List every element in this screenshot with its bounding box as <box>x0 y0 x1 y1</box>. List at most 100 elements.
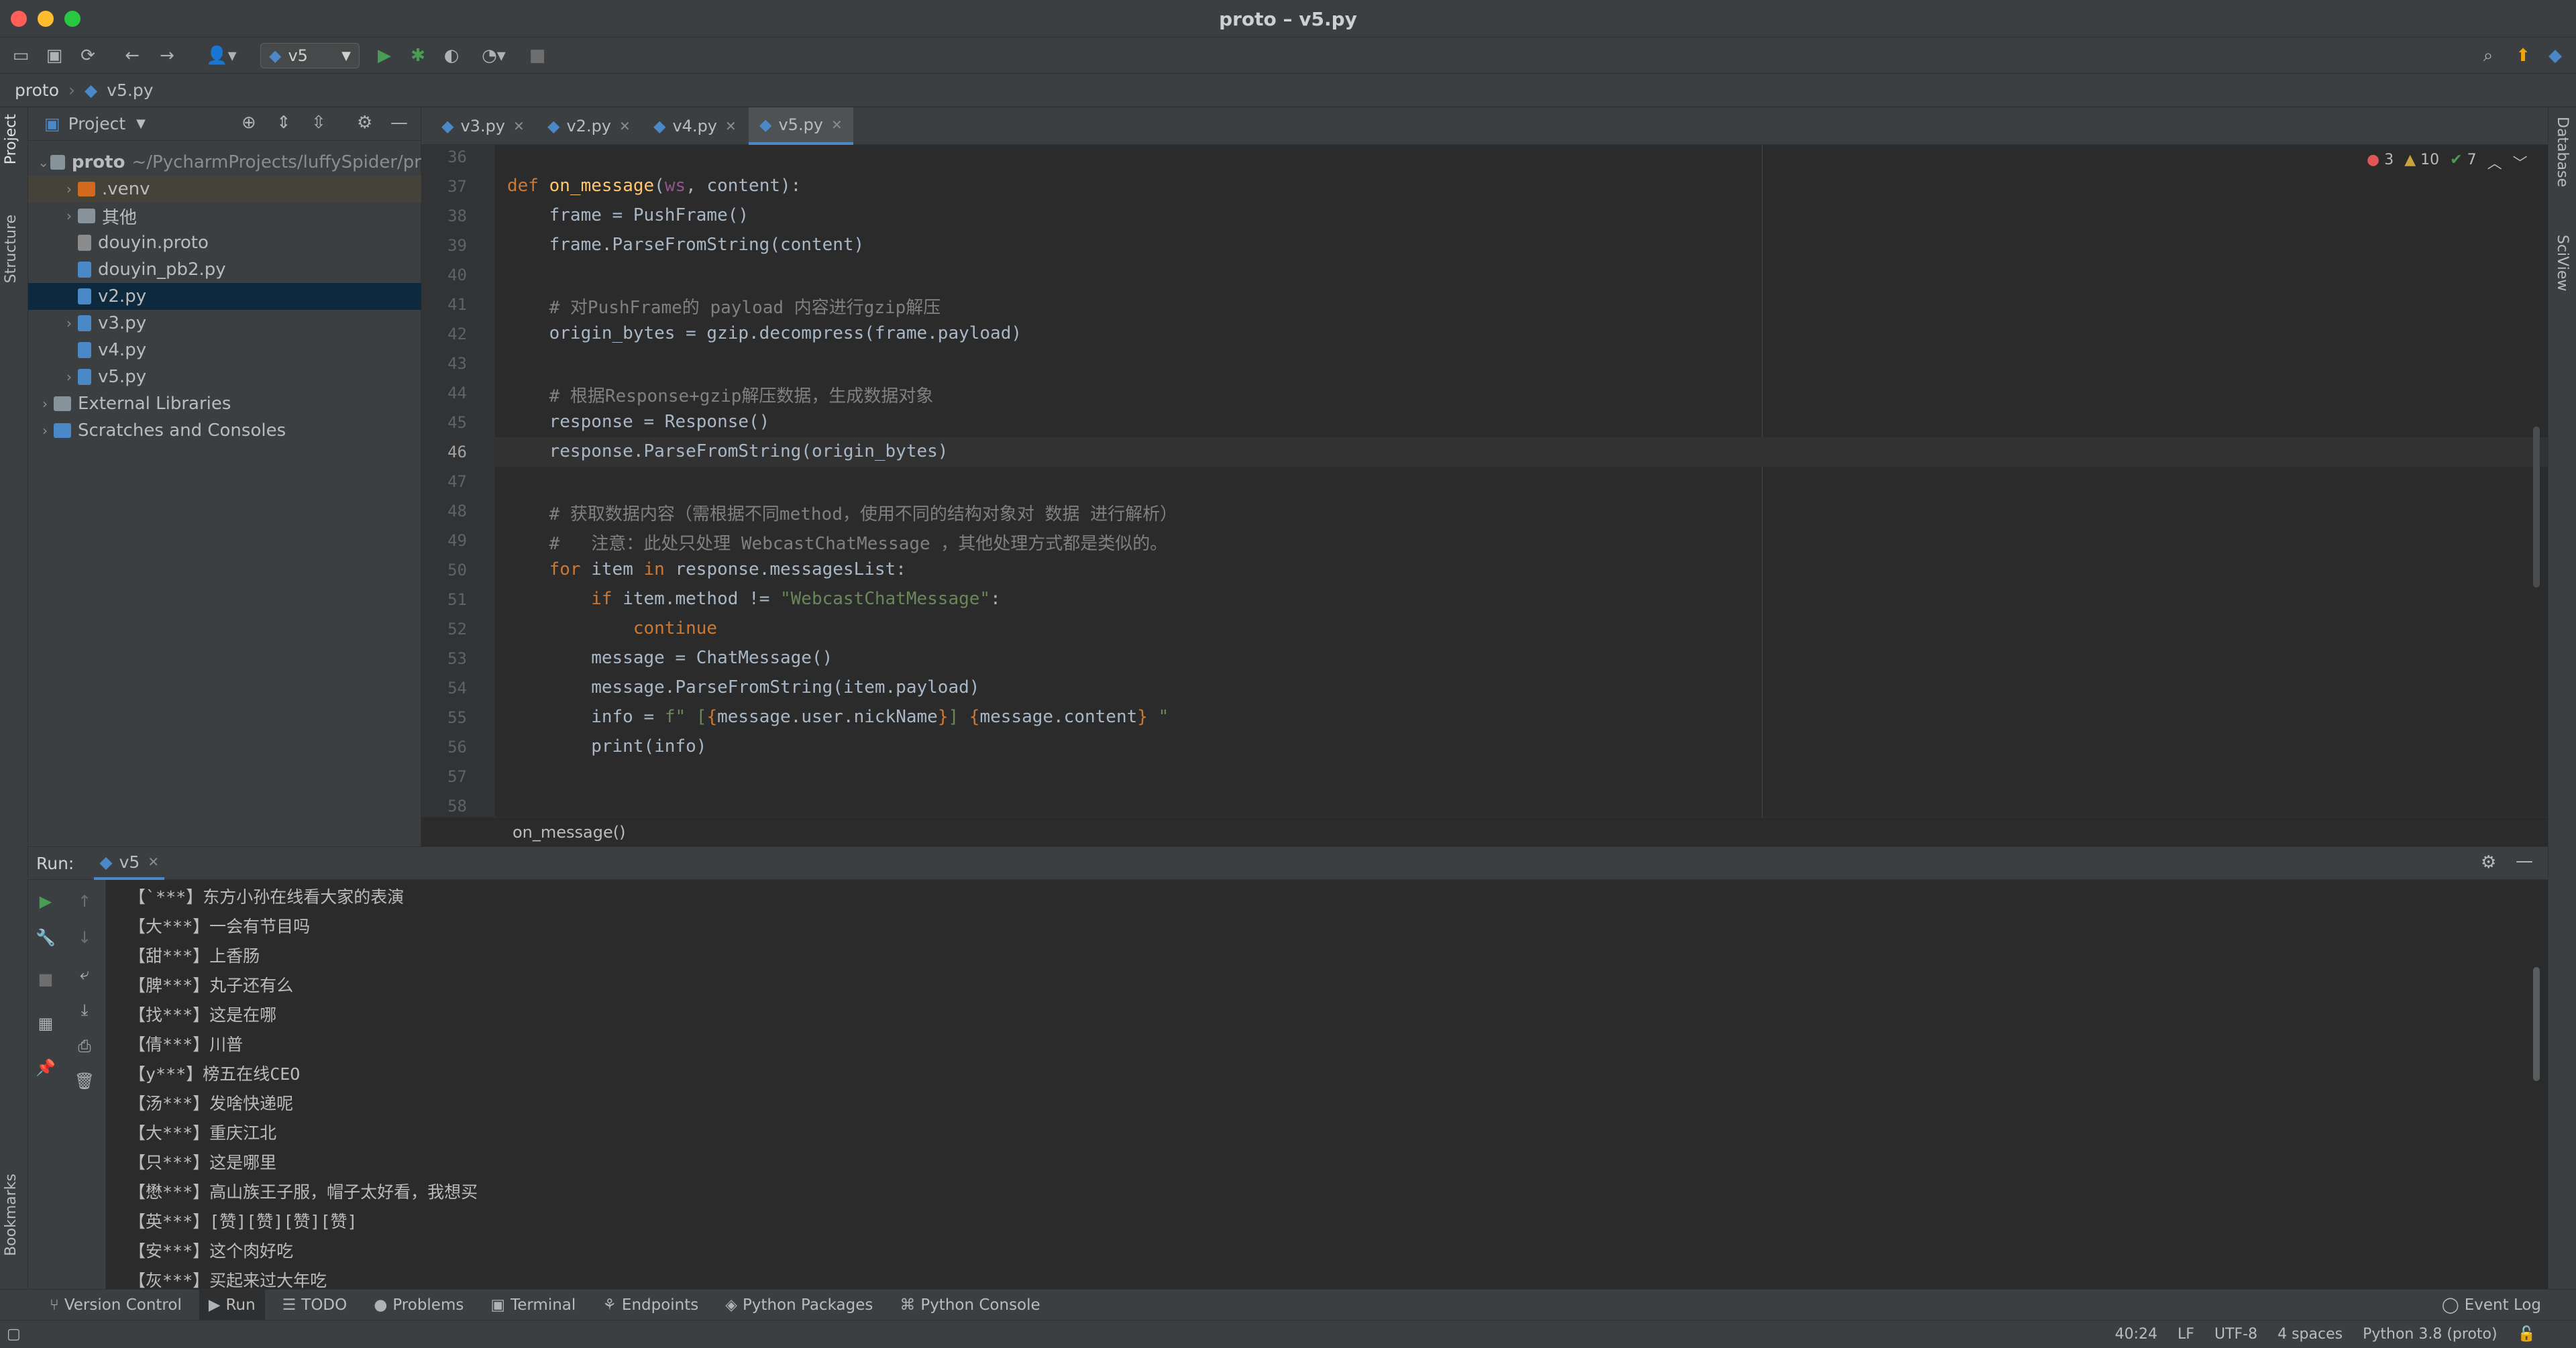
line-number: 55 <box>447 708 467 727</box>
tree-item[interactable]: douyin_pb2.py <box>28 256 421 283</box>
editor-scrollbar[interactable] <box>2533 427 2540 587</box>
tree-item[interactable]: douyin.proto <box>28 229 421 256</box>
run-tab[interactable]: ◆ v5 ✕ <box>94 846 165 880</box>
debug-icon[interactable]: ✱ <box>407 44 429 67</box>
tree-item[interactable]: › v3.py <box>28 310 421 337</box>
bookmarks-tool-tab[interactable]: Bookmarks <box>3 1174 19 1256</box>
chevron-down-icon[interactable]: ﹀ <box>2513 152 2528 173</box>
status-square-icon[interactable]: ▢ <box>7 1326 21 1343</box>
inspection-widget[interactable]: ● 3 ▲ 10 ✔ 7 ︿ ﹀ <box>2367 152 2528 173</box>
close-icon[interactable]: ✕ <box>725 118 737 134</box>
python-file-icon: ◆ <box>547 117 560 135</box>
tree-item[interactable]: › v5.py <box>28 363 421 390</box>
editor-tab-v5-py[interactable]: ◆ v5.py ✕ <box>749 107 853 145</box>
code-editor[interactable]: 36 37 38 39 40 41 42 43 44 45 46 47 48 49 50 51 52 53 54 55… <box>421 145 2548 817</box>
project-view-select[interactable]: Project <box>68 114 126 133</box>
update-icon[interactable]: ⬆ <box>2512 44 2534 67</box>
close-icon[interactable]: ✕ <box>619 118 631 134</box>
scroll-down-icon[interactable]: ↓ <box>72 925 97 950</box>
chevron-right-icon[interactable]: › <box>60 181 78 197</box>
console-line: 【y***】榜五在线CEO <box>129 1064 301 1084</box>
tree-item[interactable]: › External Libraries <box>28 390 421 417</box>
lock-icon[interactable]: 🔓 <box>2518 1326 2536 1343</box>
tree-item[interactable]: › Scratches and Consoles <box>28 417 421 444</box>
locate-icon[interactable]: ⊕ <box>241 113 256 133</box>
tool-window-run[interactable]: ▶ Run <box>199 1289 265 1321</box>
chevron-up-icon[interactable]: ︿ <box>2487 152 2502 173</box>
open-folder-icon[interactable]: ▭ <box>9 44 32 67</box>
tool-window-python-console[interactable]: ⌘ Python Console <box>890 1290 1049 1321</box>
close-icon[interactable]: ✕ <box>148 854 159 870</box>
coverage-icon[interactable]: ◐ <box>440 44 463 67</box>
forward-icon[interactable]: → <box>156 44 178 67</box>
sciview-tool-tab[interactable]: SciView <box>2554 235 2571 291</box>
caret-position[interactable]: 40:24 <box>2115 1326 2157 1343</box>
stop-icon[interactable]: ■ <box>526 44 549 67</box>
chevron-right-icon[interactable]: › <box>60 369 78 385</box>
line-separator[interactable]: LF <box>2178 1326 2194 1343</box>
gear-icon[interactable]: ⚙ <box>357 113 372 133</box>
sync-icon[interactable]: ⟳ <box>76 44 99 67</box>
gear-icon[interactable]: ⚙ <box>2481 852 2496 873</box>
indent-setting[interactable]: 4 spaces <box>2277 1326 2343 1343</box>
run-configuration-select[interactable]: ◆ v5 ▼ <box>260 43 360 68</box>
code-line: info = f" [{message.user.nickName}] {mes… <box>507 707 1169 727</box>
tree-item[interactable]: v4.py <box>28 337 421 363</box>
line-number: 47 <box>447 472 467 491</box>
editor-tab-v3-py[interactable]: ◆ v3.py ✕ <box>431 107 535 145</box>
wrench-icon[interactable]: 🔧 <box>34 925 58 950</box>
collapse-all-icon[interactable]: ⇳ <box>311 113 326 133</box>
search-icon[interactable]: ⌕ <box>2477 44 2500 67</box>
scroll-to-end-icon[interactable]: ⤓ <box>72 998 97 1022</box>
run-icon[interactable]: ▶ <box>373 44 396 67</box>
tree-item[interactable]: ⌄ proto ~/PycharmProjects/luffySpider/pr <box>28 149 421 176</box>
console-scrollbar[interactable] <box>2533 967 2540 1081</box>
run-console[interactable]: 【`***】东方小孙在线看大家的表演 【大***】一会有节目吗 【甜***】上香肠【… <box>106 880 2548 1301</box>
profile-icon[interactable]: ◔▾ <box>474 44 514 67</box>
hide-icon[interactable]: — <box>390 113 408 133</box>
pin-icon[interactable]: 📌 <box>34 1056 58 1080</box>
tool-window-problems[interactable]: ● Problems <box>364 1290 473 1321</box>
hide-icon[interactable]: — <box>2516 851 2533 871</box>
print-icon[interactable]: ⎙ <box>72 1034 97 1058</box>
tool-window-version-control[interactable]: ⑂ Version Control <box>40 1290 191 1321</box>
layout-icon[interactable]: ▦ <box>34 1011 58 1035</box>
tree-item[interactable]: › 其他 <box>28 203 421 229</box>
trash-icon[interactable]: 🗑 <box>72 1069 97 1093</box>
back-icon[interactable]: ← <box>121 44 144 67</box>
save-icon[interactable]: ▣ <box>43 44 66 67</box>
file-encoding[interactable]: UTF-8 <box>2214 1326 2257 1343</box>
soft-wrap-icon[interactable]: ⤶ <box>72 962 97 986</box>
close-icon[interactable]: ✕ <box>513 118 525 134</box>
database-tool-tab[interactable]: Database <box>2554 117 2571 187</box>
expand-all-icon[interactable]: ⇕ <box>276 113 291 133</box>
breadcrumb-project[interactable]: proto <box>15 80 59 100</box>
rerun-icon[interactable]: ▶ <box>34 889 58 913</box>
event-log-button[interactable]: ◯ Event Log <box>2442 1296 2541 1314</box>
scroll-up-icon[interactable]: ↑ <box>72 889 97 913</box>
chevron-right-icon[interactable]: › <box>36 396 54 412</box>
project-tool-tab[interactable]: Project <box>3 114 19 164</box>
vcs-user-icon[interactable]: 👤▾ <box>201 44 241 67</box>
method-breadcrumb[interactable]: on_message() <box>421 817 2548 846</box>
stop-icon[interactable]: ■ <box>34 967 58 991</box>
python-interpreter[interactable]: Python 3.8 (proto) <box>2363 1326 2497 1343</box>
chevron-right-icon[interactable]: › <box>60 208 78 224</box>
chevron-down-icon[interactable]: ⌄ <box>36 154 50 170</box>
chevron-right-icon[interactable]: › <box>36 423 54 439</box>
tool-window-python-packages[interactable]: ◈ Python Packages <box>716 1290 882 1321</box>
structure-tool-tab[interactable]: Structure <box>3 215 19 283</box>
editor-tab-v4-py[interactable]: ◆ v4.py ✕ <box>643 107 747 145</box>
tool-window-todo[interactable]: ☰ TODO <box>273 1290 357 1321</box>
tree-item[interactable]: v2.py <box>28 283 421 310</box>
jetbrains-logo-icon[interactable]: ◆ <box>2544 44 2567 67</box>
status-bar: ▢ 40:24 LF UTF-8 4 spaces Python 3.8 (pr… <box>0 1320 2576 1348</box>
editor-tab-v2-py[interactable]: ◆ v2.py ✕ <box>537 107 641 145</box>
close-icon[interactable]: ✕ <box>831 117 843 133</box>
tree-item[interactable]: › .venv <box>28 176 421 203</box>
chevron-down-icon[interactable]: ▼ <box>136 117 146 131</box>
tool-window-terminal[interactable]: ▣ Terminal <box>481 1290 585 1321</box>
tool-window-endpoints[interactable]: ⚘ Endpoints <box>593 1290 708 1321</box>
breadcrumb-file[interactable]: v5.py <box>107 80 153 100</box>
chevron-right-icon[interactable]: › <box>60 315 78 331</box>
